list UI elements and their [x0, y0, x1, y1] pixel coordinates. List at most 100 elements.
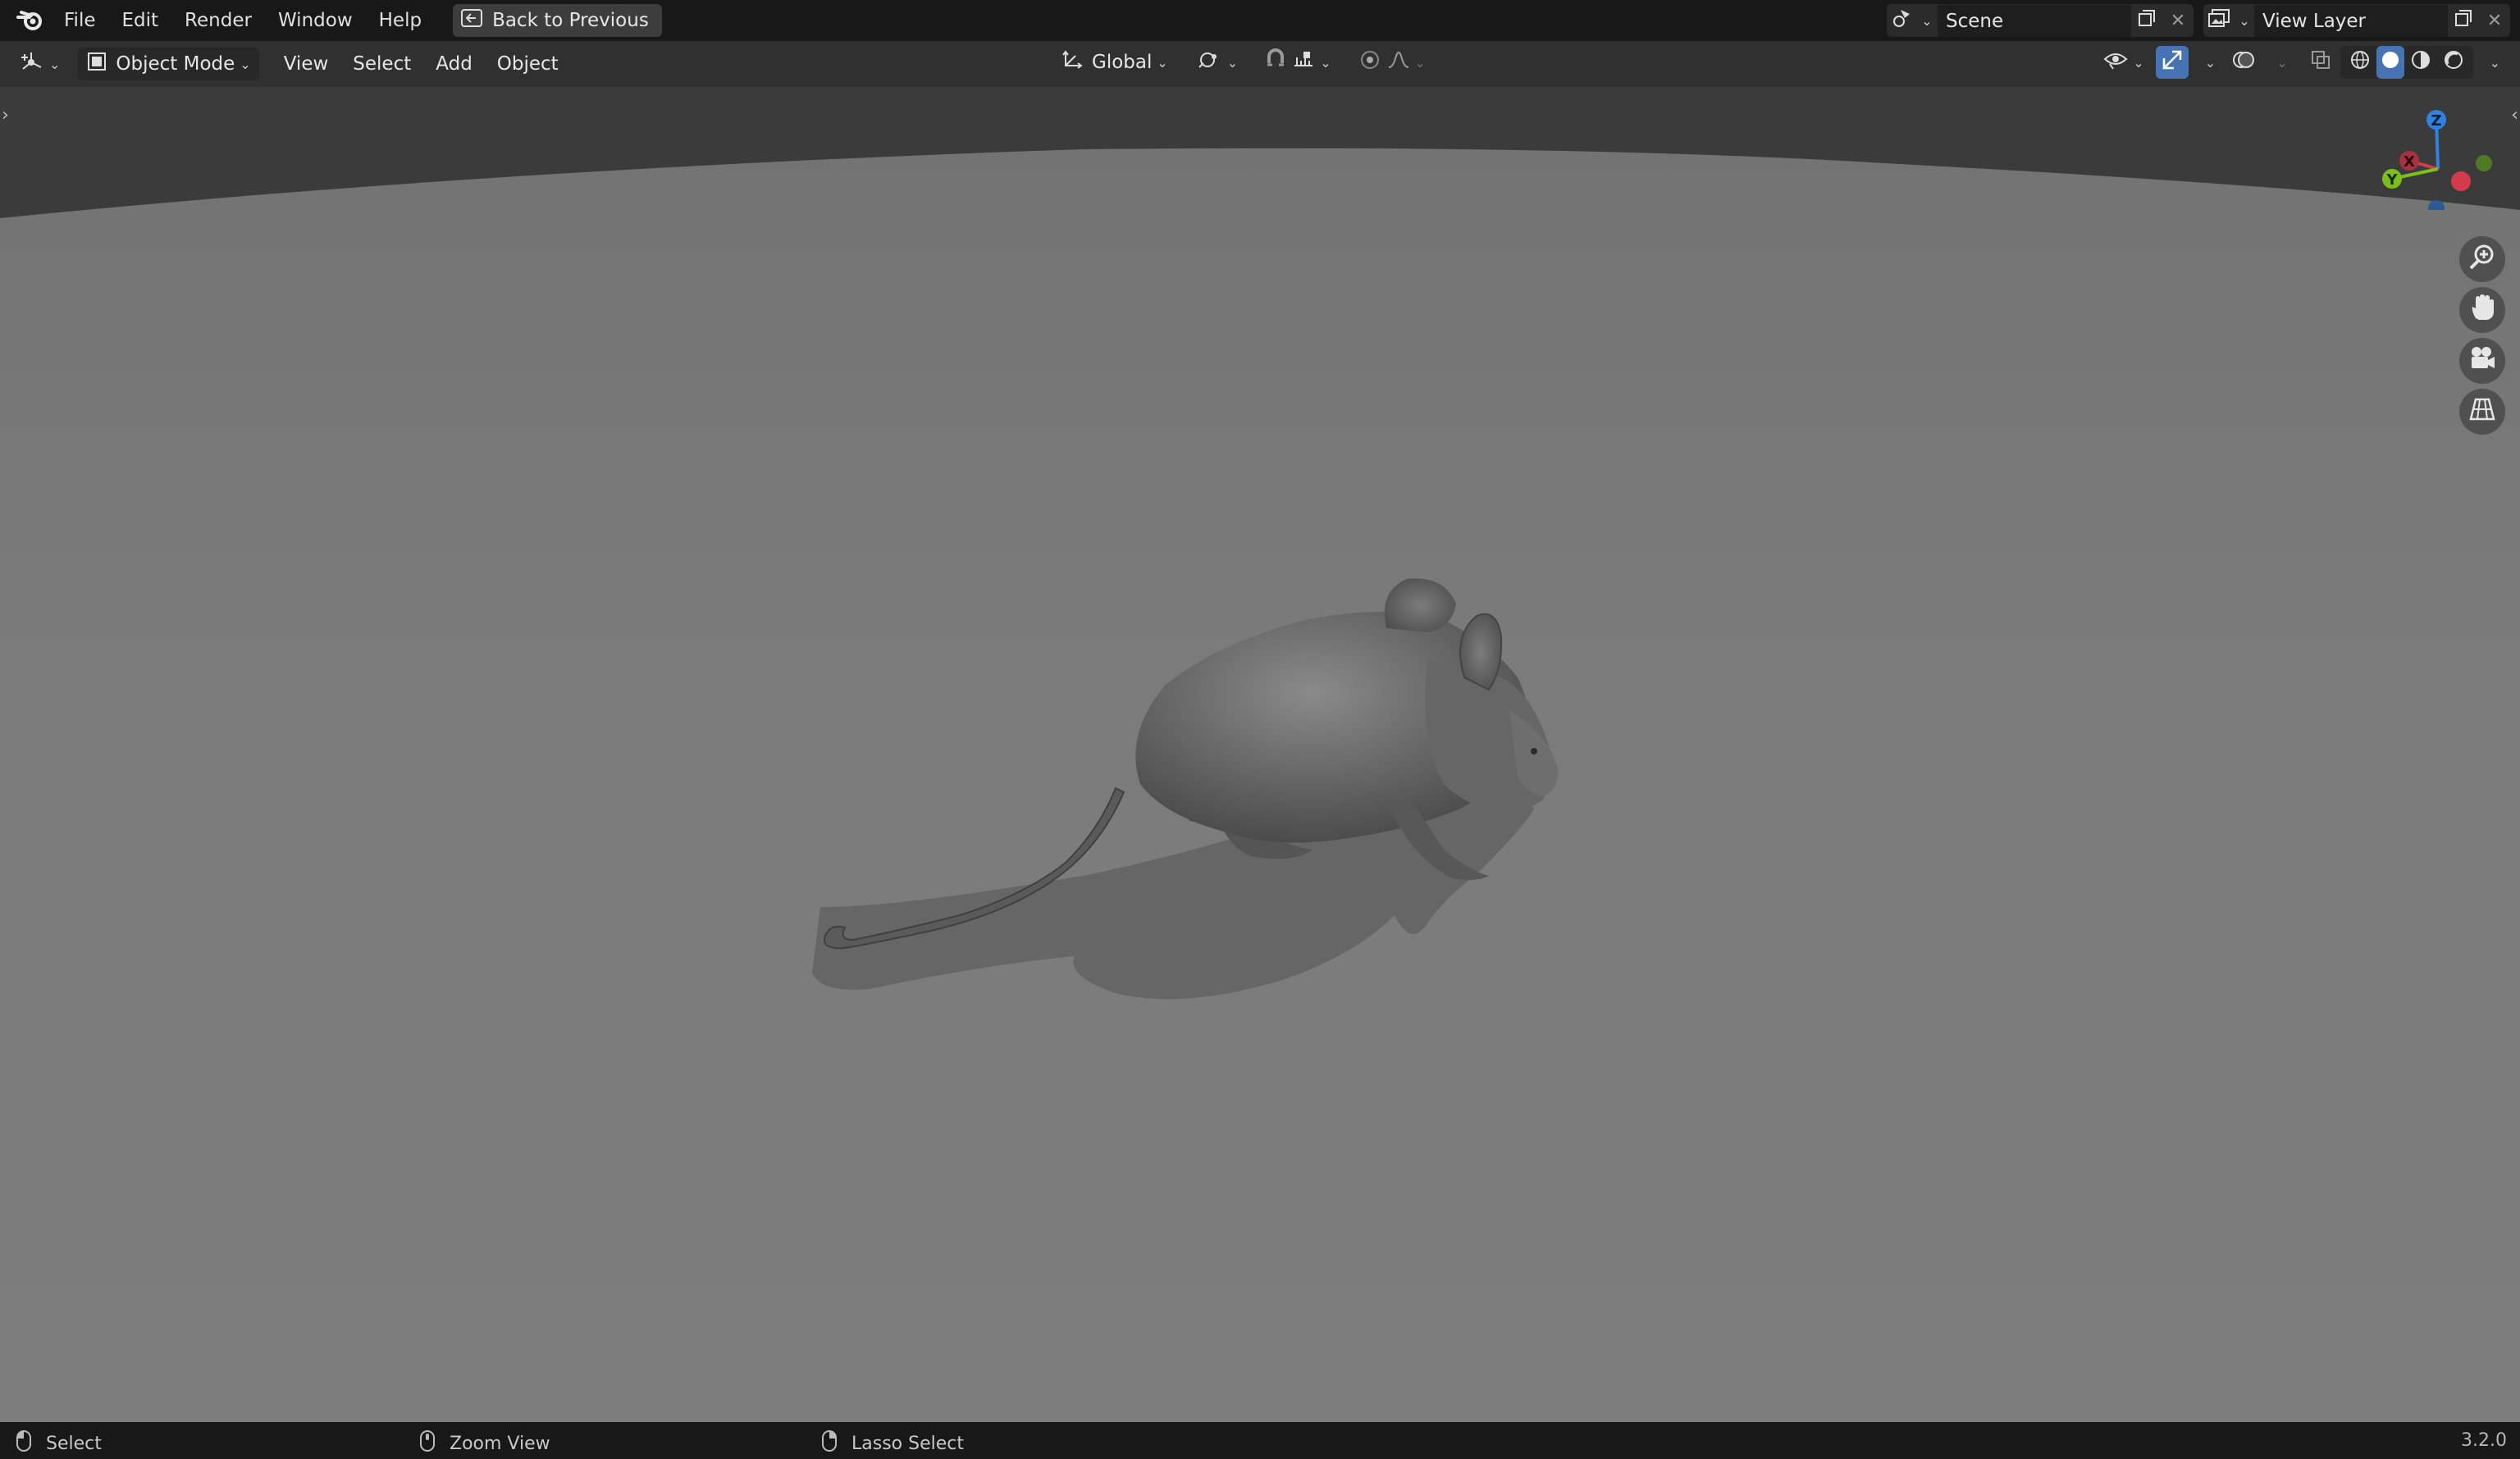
- view-layer-name-field[interactable]: View Layer: [2254, 4, 2448, 37]
- overlays-icon: [2231, 48, 2256, 76]
- blender-version: 3.2.0: [2461, 1430, 2507, 1451]
- new-view-layer-button[interactable]: [2448, 4, 2479, 37]
- gizmo-y-label: Y: [2385, 171, 2398, 189]
- delete-view-layer-button[interactable]: ✕: [2479, 4, 2510, 37]
- chevron-down-icon: ⌄: [2133, 54, 2144, 71]
- menu-window[interactable]: Window: [265, 4, 366, 37]
- camera-icon: [2468, 345, 2496, 376]
- viewport-header: ⌄ Object Mode ⌄ View Select Add Object G…: [0, 41, 2520, 87]
- menu-render[interactable]: Render: [171, 4, 265, 37]
- chevron-down-icon: ⌄: [1226, 54, 1239, 71]
- editor-type-button[interactable]: ⌄: [11, 48, 68, 80]
- snapping-toggle[interactable]: ⌄: [1256, 46, 1339, 79]
- 3d-viewport[interactable]: › ‹ Z X Y: [0, 87, 2520, 1422]
- ortho-perspective-toggle[interactable]: [2459, 389, 2505, 435]
- sidebar-expand-arrow-icon[interactable]: ‹: [2511, 105, 2518, 125]
- object-mode-icon: [86, 51, 107, 77]
- transform-orientation-label: Global: [1092, 52, 1153, 73]
- menu-view[interactable]: View: [276, 48, 337, 80]
- shading-options-dropdown[interactable]: ⌄: [2477, 46, 2509, 79]
- xray-toggle[interactable]: [2304, 46, 2337, 79]
- menu-help[interactable]: Help: [366, 4, 435, 37]
- mouse-right-button-icon: [822, 1430, 837, 1457]
- gizmo-neg-y[interactable]: [2476, 155, 2492, 171]
- scene-browse-button[interactable]: ⌄: [1887, 4, 1938, 37]
- rendered-sphere-icon: [2443, 49, 2464, 75]
- menu-file[interactable]: File: [51, 4, 109, 37]
- gizmo-neg-x[interactable]: [2451, 171, 2471, 191]
- status-zoom-hint: Zoom View: [420, 1430, 550, 1457]
- gizmo-toggle[interactable]: [2155, 46, 2189, 79]
- material-preview-button[interactable]: [2404, 46, 2437, 79]
- solid-sphere-icon: [2380, 49, 2401, 75]
- snap-increment-icon: [1292, 49, 1315, 75]
- camera-view-button[interactable]: [2459, 338, 2505, 384]
- zoom-icon: [2468, 243, 2496, 276]
- transform-tools: Global ⌄ ⌄ ⌄ ⌄: [1052, 46, 1434, 79]
- material-sphere-icon: [2410, 49, 2431, 75]
- mouse-eye: [1531, 748, 1537, 755]
- gizmo-z-label: Z: [2431, 112, 2441, 130]
- 3d-viewport-icon: [20, 51, 44, 77]
- gizmo-options-dropdown[interactable]: ⌄: [2192, 46, 2224, 79]
- pivot-point-icon: [1198, 49, 1222, 75]
- delete-scene-button[interactable]: ✕: [2162, 4, 2194, 37]
- scene-layer-selectors: ⌄ Scene ✕ ⌄ View Layer ✕: [1887, 0, 2520, 41]
- falloff-curve-icon: [1387, 49, 1410, 75]
- blender-logo-icon[interactable]: [10, 0, 51, 41]
- eye-icon: [2103, 49, 2128, 75]
- hand-pan-icon: [2469, 294, 2495, 326]
- orientation-axes-icon: [1061, 49, 1084, 75]
- view-layer-icon: [2207, 8, 2230, 33]
- view-layer-browse-button[interactable]: ⌄: [2203, 4, 2254, 37]
- object-mode-label: Object Mode: [116, 53, 235, 75]
- menu-edit[interactable]: Edit: [109, 4, 172, 37]
- scene-selector: ⌄ Scene ✕: [1887, 4, 2194, 37]
- toolbar-expand-arrow-icon[interactable]: ›: [2, 105, 9, 125]
- chevron-down-icon: ⌄: [240, 56, 251, 72]
- back-to-previous-label: Back to Previous: [492, 10, 649, 31]
- navigation-gizmo[interactable]: Z X Y: [2362, 103, 2502, 210]
- selectability-visibility-dropdown[interactable]: ⌄: [2095, 46, 2152, 79]
- transform-orientation-dropdown[interactable]: Global ⌄: [1052, 46, 1176, 79]
- overlays-toggle[interactable]: [2227, 46, 2260, 79]
- pan-view-button[interactable]: [2459, 287, 2505, 333]
- object-mode-dropdown[interactable]: Object Mode ⌄: [78, 48, 259, 80]
- gizmo-x-label: X: [2404, 153, 2415, 171]
- zoom-view-button[interactable]: [2459, 236, 2505, 282]
- chevron-down-icon: ⌄: [49, 56, 61, 72]
- status-lasso-hint: Lasso Select: [822, 1430, 964, 1457]
- menu-object[interactable]: Object: [489, 48, 567, 80]
- chevron-down-icon: ⌄: [2204, 54, 2216, 71]
- gizmo-neg-z[interactable]: [2428, 200, 2445, 210]
- viewport-display-tools: ⌄ ⌄ ⌄ ⌄: [2095, 46, 2509, 79]
- gizmo-icon: [2161, 48, 2184, 76]
- overlays-options-dropdown[interactable]: ⌄: [2263, 46, 2295, 79]
- wireframe-shading-button[interactable]: [2344, 46, 2376, 79]
- menu-select[interactable]: Select: [345, 48, 419, 80]
- mouse-left-button-icon: [16, 1430, 31, 1457]
- close-icon: ✕: [2486, 10, 2503, 31]
- xray-icon: [2310, 49, 2331, 75]
- proportional-editing-toggle[interactable]: ⌄: [1351, 46, 1434, 79]
- rendered-shading-button[interactable]: [2437, 46, 2470, 79]
- solid-shading-button[interactable]: [2376, 46, 2404, 79]
- shading-mode-group: [2340, 46, 2473, 79]
- scene-name-field[interactable]: Scene: [1938, 4, 2131, 37]
- status-select-hint: Select: [16, 1430, 102, 1457]
- duplicate-icon: [2454, 8, 2473, 33]
- magnet-icon: [1264, 48, 1287, 76]
- grid-ortho-icon: [2469, 397, 2495, 426]
- new-scene-button[interactable]: [2131, 4, 2162, 37]
- view-layer-selector: ⌄ View Layer ✕: [2203, 4, 2510, 37]
- viewport-scene: [0, 87, 2520, 1422]
- status-bar: Select Zoom View Lasso Select 3.2.0: [0, 1422, 2520, 1459]
- pivot-point-dropdown[interactable]: ⌄: [1189, 46, 1246, 79]
- chevron-down-icon: ⌄: [2276, 54, 2288, 71]
- chevron-down-icon: ⌄: [2239, 12, 2250, 29]
- chevron-down-icon: ⌄: [1414, 54, 1426, 71]
- status-zoom-label: Zoom View: [450, 1433, 550, 1454]
- back-to-previous-button[interactable]: Back to Previous: [453, 4, 662, 37]
- menu-add[interactable]: Add: [427, 48, 481, 80]
- chevron-down-icon: ⌄: [1320, 54, 1331, 71]
